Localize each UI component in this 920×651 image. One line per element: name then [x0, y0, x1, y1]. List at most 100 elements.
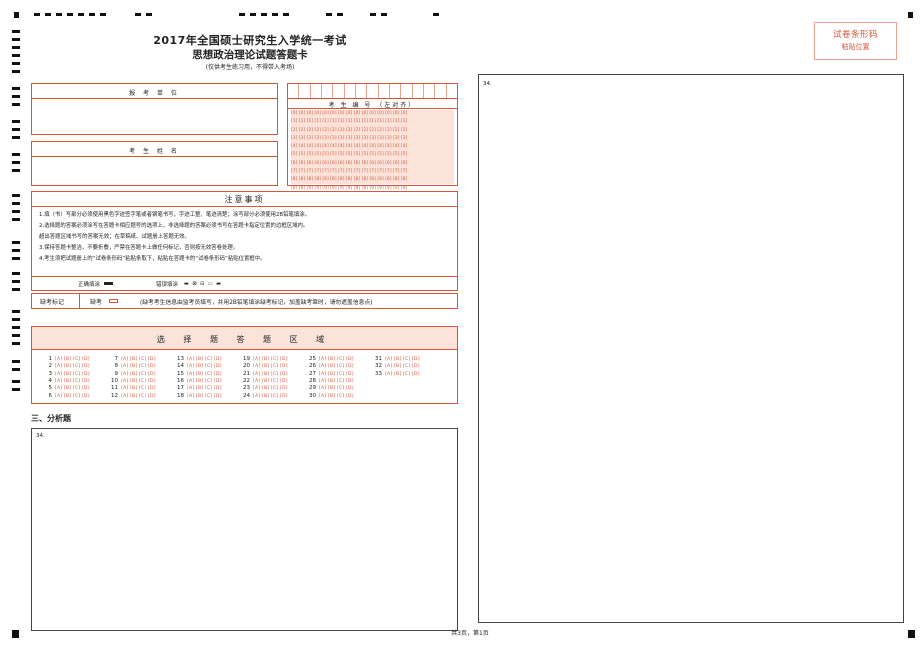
- choice-question[interactable]: 15 [A] [B] [C] [D]: [174, 371, 222, 377]
- question-number: 26: [309, 363, 316, 370]
- absence-mark-box[interactable]: [109, 299, 118, 303]
- answer-options[interactable]: [A] [B] [C] [D]: [187, 386, 222, 391]
- question-number: 18: [177, 392, 184, 399]
- answer-options[interactable]: [A] [B] [C] [D]: [253, 379, 288, 384]
- choice-question[interactable]: 16 [A] [B] [C] [D]: [174, 378, 222, 384]
- choice-question[interactable]: 22 [A] [B] [C] [D]: [240, 378, 288, 384]
- choice-question[interactable]: 17 [A] [B] [C] [D]: [174, 385, 222, 391]
- answer-options[interactable]: [A] [B] [C] [D]: [319, 364, 354, 369]
- choice-question[interactable]: 19 [A] [B] [C] [D]: [240, 356, 288, 362]
- choice-question[interactable]: 4 [A] [B] [C] [D]: [42, 378, 90, 384]
- question-number: 21: [243, 370, 250, 377]
- choice-question[interactable]: 29 [A] [B] [C] [D]: [306, 385, 354, 391]
- answer-options[interactable]: [A] [B] [C] [D]: [319, 379, 354, 384]
- timing-mark: [12, 46, 20, 49]
- choice-question[interactable]: 2 [A] [B] [C] [D]: [42, 363, 90, 369]
- choice-section-title: 选 择 题 答 题 区 域: [156, 335, 333, 344]
- answer-options[interactable]: [A] [B] [C] [D]: [187, 394, 222, 399]
- choice-question[interactable]: 11 [A] [B] [C] [D]: [108, 385, 156, 391]
- choice-question-grid[interactable]: 1 [A] [B] [C] [D] 2 [A] [B] [C] [D] 3 [A] [B]…: [32, 356, 457, 402]
- choice-question[interactable]: 1 [A] [B] [C] [D]: [42, 356, 90, 362]
- digit-row[interactable]: [7] [7] [7] [7] [7] [7] [7] [7] [7] [7] …: [291, 168, 407, 176]
- choice-question[interactable]: 31 [A] [B] [C] [D]: [372, 356, 420, 362]
- choice-question[interactable]: 3 [A] [B] [C] [D]: [42, 371, 90, 377]
- choice-question[interactable]: 9 [A] [B] [C] [D]: [108, 371, 156, 377]
- choice-question[interactable]: 28 [A] [B] [C] [D]: [306, 378, 354, 384]
- answer-options[interactable]: [A] [B] [C] [D]: [121, 357, 156, 362]
- digit-row[interactable]: [1] [1] [1] [1] [1] [1] [1] [1] [1] [1] …: [291, 118, 407, 126]
- choice-question[interactable]: 14 [A] [B] [C] [D]: [174, 363, 222, 369]
- answer-options[interactable]: [A] [B] [C] [D]: [121, 364, 156, 369]
- choice-question[interactable]: 25 [A] [B] [C] [D]: [306, 356, 354, 362]
- timing-mark: [146, 13, 152, 16]
- answer-options[interactable]: [A] [B] [C] [D]: [385, 357, 420, 362]
- answer-options[interactable]: [A] [B] [C] [D]: [253, 372, 288, 377]
- choice-question[interactable]: 32 [A] [B] [C] [D]: [372, 363, 420, 369]
- answer-options[interactable]: [A] [B] [C] [D]: [319, 394, 354, 399]
- answer-options[interactable]: [A] [B] [C] [D]: [319, 357, 354, 362]
- choice-question[interactable]: 21 [A] [B] [C] [D]: [240, 371, 288, 377]
- choice-question[interactable]: 26 [A] [B] [C] [D]: [306, 363, 354, 369]
- question-number: 27: [309, 370, 316, 377]
- answer-options[interactable]: [A] [B] [C] [D]: [253, 364, 288, 369]
- answer-options[interactable]: [A] [B] [C] [D]: [55, 357, 90, 362]
- answer-options[interactable]: [A] [B] [C] [D]: [55, 364, 90, 369]
- candidate-number-grid[interactable]: 考 生 编 号 （左对齐） [0] [0] [0] [0] [0] [0] [0…: [287, 83, 458, 191]
- answer-options[interactable]: [A] [B] [C] [D]: [121, 372, 156, 377]
- choice-question[interactable]: 10 [A] [B] [C] [D]: [108, 378, 156, 384]
- answer-options[interactable]: [A] [B] [C] [D]: [253, 357, 288, 362]
- answer-options[interactable]: [A] [B] [C] [D]: [121, 386, 156, 391]
- digit-row[interactable]: [5] [5] [5] [5] [5] [5] [5] [5] [5] [5] …: [291, 151, 407, 159]
- notice-item: 1.填（书）写部分必须使用黑色字迹签字笔或者钢笔书写，字迹工整、笔迹清楚；涂写部…: [39, 212, 311, 218]
- digit-row[interactable]: [8] [8] [8] [8] [8] [8] [8] [8] [8] [8] …: [291, 176, 407, 184]
- choice-question[interactable]: 27 [A] [B] [C] [D]: [306, 371, 354, 377]
- question-number: 29: [309, 385, 316, 392]
- answer-options[interactable]: [A] [B] [C] [D]: [55, 379, 90, 384]
- answer-options[interactable]: [A] [B] [C] [D]: [319, 386, 354, 391]
- answer-options[interactable]: [A] [B] [C] [D]: [187, 379, 222, 384]
- timing-mark: [12, 54, 20, 57]
- question-number: 22: [243, 377, 250, 384]
- timing-mark: [12, 95, 20, 98]
- choice-question[interactable]: 20 [A] [B] [C] [D]: [240, 363, 288, 369]
- wrong-fill-sample: ▬ ⊠ ⊟ ▭ ▬: [184, 281, 222, 287]
- choice-question[interactable]: 6 [A] [B] [C] [D]: [42, 393, 90, 399]
- digit-row[interactable]: [3] [3] [3] [3] [3] [3] [3] [3] [3] [3] …: [291, 135, 407, 143]
- answer-options[interactable]: [A] [B] [C] [D]: [187, 357, 222, 362]
- question-number: 24: [243, 392, 250, 399]
- choice-question[interactable]: 30 [A] [B] [C] [D]: [306, 393, 354, 399]
- choice-question[interactable]: 24 [A] [B] [C] [D]: [240, 393, 288, 399]
- answer-options[interactable]: [A] [B] [C] [D]: [55, 386, 90, 391]
- digit-row[interactable]: [6] [6] [6] [6] [6] [6] [6] [6] [6] [6] …: [291, 160, 407, 168]
- choice-question[interactable]: 33 [A] [B] [C] [D]: [372, 371, 420, 377]
- choice-question[interactable]: 7 [A] [B] [C] [D]: [108, 356, 156, 362]
- answer-options[interactable]: [A] [B] [C] [D]: [187, 372, 222, 377]
- answer-options[interactable]: [A] [B] [C] [D]: [55, 394, 90, 399]
- answer-options[interactable]: [A] [B] [C] [D]: [187, 364, 222, 369]
- digit-row[interactable]: [0] [0] [0] [0] [0] [0] [0] [0] [0] [0] …: [291, 110, 407, 118]
- answer-options[interactable]: [A] [B] [C] [D]: [55, 372, 90, 377]
- answer-box-34-left[interactable]: 34.: [31, 428, 458, 631]
- candidate-name-field[interactable]: 考 生 姓 名: [31, 141, 278, 186]
- timing-mark: [56, 13, 62, 16]
- answer-options[interactable]: [A] [B] [C] [D]: [121, 394, 156, 399]
- answer-options[interactable]: [A] [B] [C] [D]: [121, 379, 156, 384]
- digit-row[interactable]: [2] [2] [2] [2] [2] [2] [2] [2] [2] [2] …: [291, 127, 407, 135]
- timing-mark: [12, 241, 20, 244]
- answer-options[interactable]: [A] [B] [C] [D]: [253, 386, 288, 391]
- answer-box-34-right[interactable]: 34.: [478, 74, 904, 623]
- exam-unit-field[interactable]: 报 考 单 位: [31, 83, 278, 135]
- answer-options[interactable]: [A] [B] [C] [D]: [385, 372, 420, 377]
- choice-question[interactable]: 23 [A] [B] [C] [D]: [240, 385, 288, 391]
- answer-options[interactable]: [A] [B] [C] [D]: [319, 372, 354, 377]
- choice-question[interactable]: 12 [A] [B] [C] [D]: [108, 393, 156, 399]
- choice-question[interactable]: 13 [A] [B] [C] [D]: [174, 356, 222, 362]
- choice-question[interactable]: 5 [A] [B] [C] [D]: [42, 385, 90, 391]
- timing-mark: [12, 87, 20, 90]
- digit-row[interactable]: [4] [4] [4] [4] [4] [4] [4] [4] [4] [4] …: [291, 143, 407, 151]
- sheet-title: 2017年全国硕士研究生入学统一考试: [153, 34, 347, 47]
- choice-question[interactable]: 18 [A] [B] [C] [D]: [174, 393, 222, 399]
- choice-question[interactable]: 8 [A] [B] [C] [D]: [108, 363, 156, 369]
- answer-options[interactable]: [A] [B] [C] [D]: [385, 364, 420, 369]
- answer-options[interactable]: [A] [B] [C] [D]: [253, 394, 288, 399]
